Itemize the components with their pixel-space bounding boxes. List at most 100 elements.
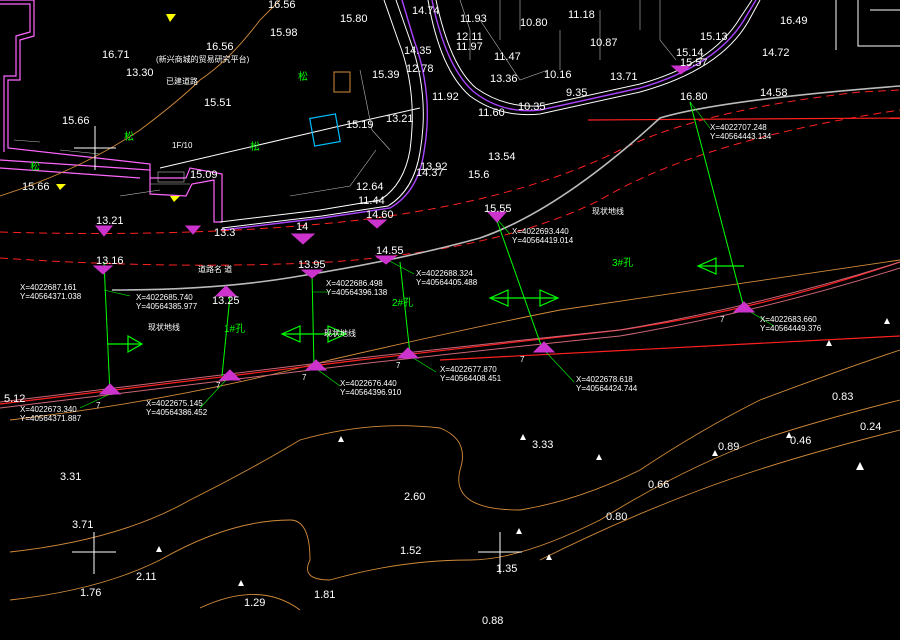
elevation-label: 10.87 bbox=[590, 37, 618, 49]
pier-number: 7 bbox=[396, 361, 401, 370]
elevation-label: 14.35 bbox=[404, 45, 432, 57]
elevation-label: 16.71 bbox=[102, 49, 130, 61]
coordinate-x-label: X=4022693.440 bbox=[512, 227, 569, 236]
coordinate-y-label: Y=40564371.038 bbox=[20, 292, 82, 301]
elevation-label: 14 bbox=[296, 221, 308, 233]
note-label: 现状地线 bbox=[592, 206, 624, 216]
elevation-label: 10.16 bbox=[544, 69, 572, 81]
elevation-label: 0.66 bbox=[648, 479, 669, 491]
annotation-layer: 16.56 15.80 15.98 16.71 13.30 16.56 15.51 15.66… bbox=[4, 0, 881, 627]
elevation-label: 1.29 bbox=[244, 597, 265, 609]
coordinate-x-label: X=4022707.248 bbox=[710, 123, 767, 132]
pier-number: 7 bbox=[216, 381, 221, 390]
elevation-label: 13.3 bbox=[214, 227, 235, 239]
elevation-label: 13.54 bbox=[488, 151, 516, 163]
elevation-label: 14.58 bbox=[760, 87, 788, 99]
coordinate-x-label: X=4022673.340 bbox=[20, 405, 77, 414]
note-label: 现状地线 bbox=[324, 328, 356, 338]
coordinate-x-label: X=4022685.740 bbox=[136, 293, 193, 302]
coordinate-y-label: Y=40564386.452 bbox=[146, 408, 208, 417]
pier-stations bbox=[103, 101, 745, 395]
coordinate-y-label: Y=40564443.134 bbox=[710, 132, 772, 141]
coordinate-y-label: Y=40564449.376 bbox=[760, 324, 822, 333]
elevation-label: 0.89 bbox=[718, 441, 739, 453]
elevation-label: 11.44 bbox=[358, 195, 385, 207]
elevation-label: 14.72 bbox=[762, 47, 790, 59]
bridge-deck bbox=[111, 85, 900, 291]
elevation-label: 15.66 bbox=[62, 115, 90, 127]
elevation-label: 3.71 bbox=[72, 519, 93, 531]
elevation-label: 11.18 bbox=[568, 9, 595, 21]
elevation-label: 15.51 bbox=[204, 97, 232, 109]
elevation-label: 16.56 bbox=[268, 0, 296, 11]
pier-markers bbox=[92, 65, 756, 395]
elevation-label: 13.95 bbox=[298, 259, 326, 271]
building-inner bbox=[13, 139, 185, 183]
elevation-label: 11.92 bbox=[432, 91, 459, 103]
cad-drawing-canvas[interactable]: 16.56 15.80 15.98 16.71 13.30 16.56 15.51 15.66… bbox=[0, 0, 900, 640]
elevation-label: 15.6 bbox=[468, 169, 489, 181]
coordinate-x-label: X=4022683.660 bbox=[760, 315, 817, 324]
coordinate-y-label: Y=40564424.744 bbox=[576, 384, 638, 393]
note-label: 已建道路 bbox=[166, 76, 198, 86]
elevation-label: 1.52 bbox=[400, 545, 421, 557]
note-label: (新兴商城的贸易研究平台) bbox=[156, 54, 250, 64]
note-label: 松 bbox=[124, 130, 134, 143]
elevation-label: 13.30 bbox=[126, 67, 154, 79]
elevation-label: 13.21 bbox=[386, 113, 414, 125]
pier-number: 7 bbox=[520, 355, 525, 364]
note-label: 松 bbox=[250, 140, 260, 153]
red-lines bbox=[0, 117, 900, 405]
pier-number: 7 bbox=[302, 373, 307, 382]
coordinate-x-label: X=4022687.161 bbox=[20, 283, 77, 292]
elevation-label: 15.57 bbox=[680, 57, 708, 69]
elevation-label: 9.35 bbox=[566, 87, 587, 99]
pier-number: 7 bbox=[720, 315, 725, 324]
elevation-label: 2.11 bbox=[136, 571, 157, 583]
elevation-label: 1.35 bbox=[496, 563, 517, 575]
elevation-label: 15.09 bbox=[190, 169, 218, 181]
elevation-label: 11.97 bbox=[456, 41, 483, 53]
note-label: 松 bbox=[298, 70, 308, 83]
building-tan bbox=[333, 71, 351, 93]
elevation-label: 3.31 bbox=[60, 471, 81, 483]
elevation-label: 10.35 bbox=[518, 101, 546, 113]
elevation-label: 15.98 bbox=[270, 27, 298, 39]
elevation-label: 0.46 bbox=[790, 435, 811, 447]
coordinate-y-label: Y=40564385.977 bbox=[136, 302, 198, 311]
coordinate-x-label: X=4022675.145 bbox=[146, 399, 203, 408]
elevation-label: 13.25 bbox=[212, 295, 240, 307]
elevation-label: 16.49 bbox=[780, 15, 808, 27]
elevation-label: 16.80 bbox=[680, 91, 708, 103]
elevation-label: 15.80 bbox=[340, 13, 368, 25]
elevation-label: 15.39 bbox=[372, 69, 400, 81]
elevation-label: 1.81 bbox=[314, 589, 335, 601]
elevation-label: 14.55 bbox=[376, 245, 404, 257]
elevation-label: 3.33 bbox=[532, 439, 553, 451]
coordinate-y-label: Y=40564405.488 bbox=[416, 278, 478, 287]
elevation-label: 11.60 bbox=[478, 107, 505, 119]
note-label: 1F/10 bbox=[172, 141, 193, 150]
note-label: 道路名 道 bbox=[198, 264, 232, 274]
elevation-label: 15.55 bbox=[484, 203, 512, 215]
coordinate-y-label: Y=40564396.138 bbox=[326, 288, 388, 297]
elevation-label: 11.47 bbox=[494, 51, 521, 63]
elevation-label: 14.60 bbox=[366, 209, 394, 221]
elevation-label: 13.36 bbox=[490, 73, 518, 85]
pier-number: 7 bbox=[698, 57, 703, 66]
elevation-label: 14.37 bbox=[416, 167, 444, 179]
coordinate-x-label: X=4022686.498 bbox=[326, 279, 383, 288]
elevation-label: 12.64 bbox=[356, 181, 384, 193]
note-label: 松 bbox=[30, 160, 40, 173]
span-label: 2#孔 bbox=[392, 297, 413, 309]
span-label: 1#孔 bbox=[224, 323, 245, 335]
elevation-label: 13.16 bbox=[96, 255, 124, 267]
elevation-label: 13.21 bbox=[96, 215, 124, 227]
coordinate-y-label: Y=40564408.451 bbox=[440, 374, 502, 383]
elevation-label: 14.74 bbox=[412, 5, 440, 17]
elevation-label: 2.60 bbox=[404, 491, 425, 503]
elevation-label: 15.13 bbox=[700, 31, 728, 43]
elevation-label: 15.19 bbox=[346, 119, 374, 131]
pier-number: 7 bbox=[96, 401, 101, 410]
coordinate-x-label: X=4022678.618 bbox=[576, 375, 633, 384]
